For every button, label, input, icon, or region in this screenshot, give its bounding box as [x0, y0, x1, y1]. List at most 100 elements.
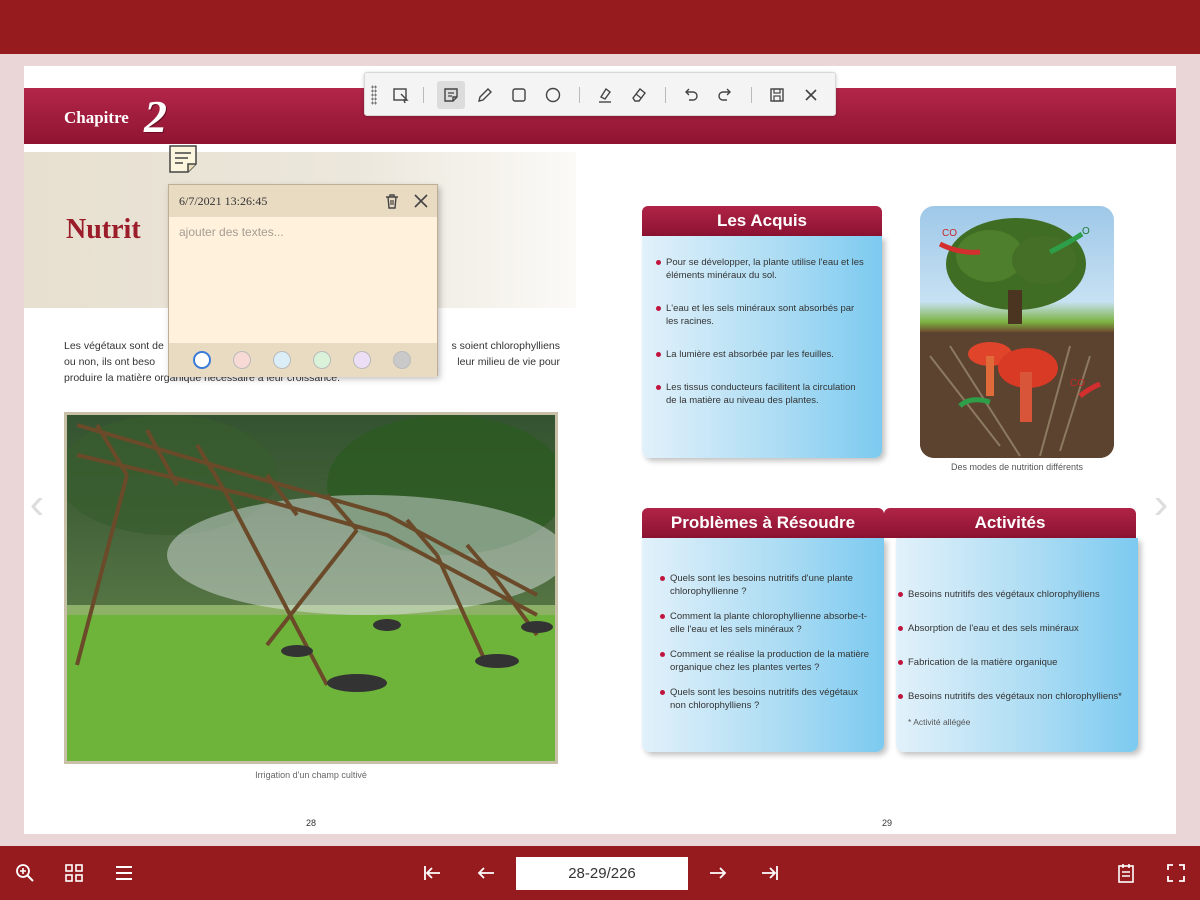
- fullscreen-icon: [1167, 864, 1185, 882]
- acquis-box: Pour se développer, la plante utilise l'…: [642, 236, 882, 458]
- activites-note: * Activité allégée: [908, 717, 971, 727]
- prev-spread-arrow[interactable]: ‹: [22, 474, 52, 534]
- circle-tool-button[interactable]: [539, 81, 567, 109]
- list-item: Quels sont les besoins nutritifs d'une p…: [660, 572, 870, 598]
- zoom-icon: [16, 864, 34, 882]
- sticky-note-marker[interactable]: [168, 144, 198, 174]
- note-color-picker: [169, 343, 437, 377]
- trash-icon: [386, 194, 398, 209]
- save-button[interactable]: [763, 81, 791, 109]
- drag-handle-icon[interactable]: [371, 85, 377, 105]
- list-item: L'eau et les sels minéraux sont absorbés…: [656, 302, 868, 328]
- select-tool-button[interactable]: [387, 81, 415, 109]
- save-icon: [770, 88, 784, 102]
- sticky-note-icon: [169, 145, 197, 173]
- note-header: 6/7/2021 13:26:45: [169, 185, 437, 217]
- list-item: Comment se réalise la production de la m…: [660, 649, 870, 673]
- fullscreen-button[interactable]: [1163, 860, 1189, 886]
- image-caption: Des modes de nutrition différents: [951, 462, 1083, 472]
- highlighter-icon: [599, 87, 611, 103]
- page-indicator-input[interactable]: [516, 857, 688, 890]
- undo-icon: [685, 88, 698, 101]
- eraser-tool-button[interactable]: [625, 81, 653, 109]
- toolbar-separator: [423, 87, 424, 103]
- page-number-left: 28: [306, 818, 317, 828]
- next-page-icon: [710, 867, 727, 879]
- redo-button[interactable]: [711, 81, 739, 109]
- toolbar-separator: [751, 87, 752, 103]
- list-item: Comment la plante chlorophyllienne absor…: [660, 610, 870, 636]
- book-spread: Chapitre 2 Nutrit Les végétaux sont de s…: [24, 66, 1176, 834]
- problemes-box: Quels sont les besoins nutritifs d'une p…: [642, 538, 884, 752]
- notes-icon: [1118, 864, 1134, 883]
- rectangle-icon: [512, 88, 526, 102]
- page-number-right: 29: [882, 818, 893, 828]
- color-swatch[interactable]: [193, 351, 211, 369]
- list-item: Besoins nutritifs des végétaux non chlor…: [898, 690, 1124, 703]
- first-page-button[interactable]: [419, 860, 445, 886]
- top-bar: [0, 0, 1200, 54]
- pencil-tool-button[interactable]: [471, 81, 499, 109]
- photo-caption: Irrigation d'un champ cultivé: [255, 770, 367, 780]
- select-icon: [393, 88, 409, 104]
- chapter-number: 2: [144, 91, 167, 142]
- rectangle-tool-button[interactable]: [505, 81, 533, 109]
- close-toolbar-button[interactable]: [797, 81, 825, 109]
- list-item: Quels sont les besoins nutritifs des vég…: [660, 686, 870, 712]
- menu-icon: [116, 866, 132, 880]
- color-swatch[interactable]: [233, 351, 251, 369]
- list-item: Fabrication de la matière organique: [898, 656, 1124, 669]
- list-item: Besoins nutritifs des végétaux chlorophy…: [898, 588, 1124, 601]
- toolbar-separator: [579, 87, 580, 103]
- chapter-label: Chapitre: [64, 108, 129, 127]
- annotation-toolbar: [364, 72, 836, 116]
- note-tool-button[interactable]: [437, 81, 465, 109]
- pencil-icon: [478, 88, 492, 102]
- undo-button[interactable]: [677, 81, 705, 109]
- color-swatch[interactable]: [313, 351, 331, 369]
- list-item: La lumière est absorbée par les feuilles…: [656, 348, 868, 361]
- prev-page-icon: [477, 867, 494, 879]
- acquis-list: Pour se développer, la plante utilise l'…: [656, 256, 868, 407]
- tree-mushroom-illustration: CO O CO: [920, 218, 1114, 458]
- first-page-icon: [424, 866, 440, 880]
- prev-page-button[interactable]: [473, 860, 499, 886]
- activites-box: Besoins nutritifs des végétaux chlorophy…: [896, 538, 1138, 752]
- zoom-button[interactable]: [12, 860, 38, 886]
- irrigation-illustration: [67, 415, 555, 761]
- menu-button[interactable]: [111, 860, 137, 886]
- close-icon: [805, 89, 817, 101]
- acquis-title: Les Acquis: [642, 206, 882, 236]
- eraser-icon: [632, 88, 646, 102]
- activites-title: Activités: [884, 508, 1136, 538]
- next-spread-arrow[interactable]: ›: [1146, 474, 1176, 534]
- nutrition-image: CO O CO: [920, 206, 1114, 458]
- problemes-title: Problèmes à Résoudre: [642, 508, 884, 538]
- delete-note-button[interactable]: [383, 192, 401, 210]
- list-item: Absorption de l'eau et des sels minéraux: [898, 622, 1124, 635]
- list-item: Pour se développer, la plante utilise l'…: [656, 256, 868, 282]
- note-timestamp: 6/7/2021 13:26:45: [179, 194, 268, 208]
- intro-line: ou non, ils ont beso: [64, 356, 156, 368]
- sticky-note-popup: 6/7/2021 13:26:45: [168, 184, 438, 377]
- last-page-icon: [762, 866, 778, 880]
- color-swatch[interactable]: [273, 351, 291, 369]
- close-icon: [414, 194, 428, 208]
- color-swatch[interactable]: [393, 351, 411, 369]
- close-note-button[interactable]: [411, 191, 431, 211]
- page-title: Nutrit: [66, 214, 141, 245]
- co2-label: CO: [942, 228, 957, 239]
- notes-button[interactable]: [1113, 860, 1139, 886]
- activites-list: Besoins nutritifs des végétaux chlorophy…: [898, 588, 1124, 703]
- last-page-button[interactable]: [757, 860, 783, 886]
- irrigation-photo: [64, 412, 558, 764]
- intro-line: leur milieu de vie pour: [457, 356, 560, 368]
- note-text-input[interactable]: [179, 225, 427, 325]
- thumbnails-button[interactable]: [61, 860, 87, 886]
- highlighter-tool-button[interactable]: [591, 81, 619, 109]
- o2-label: O: [1082, 226, 1090, 237]
- intro-line: s soient chlorophylliens: [451, 340, 560, 352]
- color-swatch[interactable]: [353, 351, 371, 369]
- next-page-button[interactable]: [705, 860, 731, 886]
- list-item: Les tissus conducteurs facilitent la cir…: [656, 381, 868, 407]
